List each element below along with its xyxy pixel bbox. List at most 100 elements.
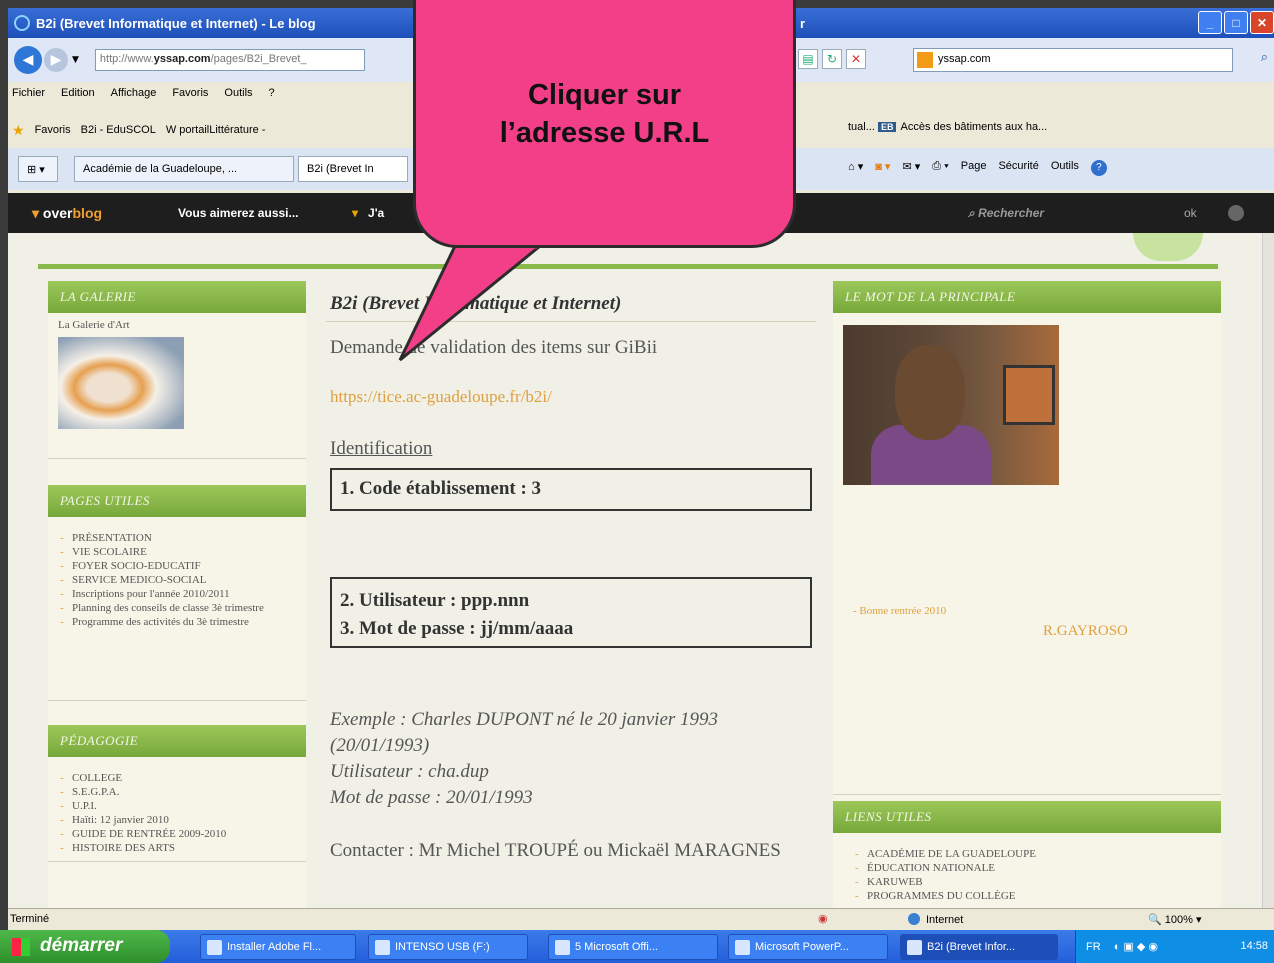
overblog-logo[interactable]: ▾ overblog	[32, 205, 102, 222]
compat-icon[interactable]: ▤	[798, 49, 818, 69]
help-icon[interactable]: ?	[1090, 160, 1107, 176]
address-input[interactable]: http://www.yssap.com/pages/B2i_Brevet_	[94, 49, 365, 71]
peda-header: Pédagogie	[48, 725, 306, 757]
history-dropdown-icon[interactable]: ▼	[72, 55, 79, 65]
minimize-button[interactable]: _	[1198, 11, 1222, 34]
peda-box: COLLEGE S.E.G.P.A. U.P.I. Haïti: 12 janv…	[48, 757, 306, 862]
post-credentials-box: 2. Utilisateur : ppp.nnn 3. Mot de passe…	[330, 577, 812, 648]
quick-tabs-button[interactable]: ⊞ ▾	[18, 156, 58, 182]
overblog-user-icon[interactable]	[1228, 205, 1244, 221]
tray-icons[interactable]: ◐ ▣ ◆ ◉	[1114, 941, 1158, 953]
search-provider-icon	[917, 52, 933, 68]
search-input[interactable]: yssap.com	[913, 48, 1233, 72]
pages-item-foyer[interactable]: FOYER SOCIO-EDUCATIF	[58, 559, 296, 573]
post-title[interactable]: B2i (Brevet Informatique et Internet)	[326, 281, 816, 322]
header-line	[38, 264, 1218, 269]
refresh-icon[interactable]: ↻	[822, 49, 842, 69]
post-example: Exemple : Charles DUPONT né le 20 janvie…	[330, 707, 800, 811]
post-identification-heading: Identification	[330, 438, 433, 459]
principal-photo	[843, 325, 1059, 485]
photo-face	[895, 345, 965, 440]
post-example-line3: Mot de passe : 20/01/1993	[330, 787, 533, 808]
security-menu[interactable]: Sécurité	[998, 160, 1038, 176]
maximize-button[interactable]: □	[1224, 11, 1248, 34]
peda-item-upi[interactable]: U.P.I.	[58, 799, 296, 813]
ie-icon	[14, 15, 30, 31]
tab-academie[interactable]: Académie de la Guadeloupe, ...	[74, 156, 294, 182]
search-icon[interactable]: ⌕	[1261, 50, 1268, 65]
pages-item-vie-scolaire[interactable]: VIE SCOLAIRE	[58, 545, 296, 559]
system-tray: FR ◐ ▣ ◆ ◉ 14:58	[1075, 930, 1274, 963]
peda-item-arts[interactable]: HISTOIRE DES ARTS	[58, 841, 296, 855]
galerie-thumbnail[interactable]	[58, 337, 184, 429]
start-button[interactable]: démarrer	[0, 930, 170, 963]
liens-item-karuweb[interactable]: KARUWEB	[853, 875, 1211, 889]
mot-header: Le mot de la principale	[833, 281, 1221, 313]
page-menu[interactable]: Page	[961, 160, 987, 176]
window-title-tail: r	[800, 15, 806, 31]
overblog-nav-jaime[interactable]: ▾ J'a	[352, 206, 384, 220]
status-bar: Terminé ◉ Internet 🔍 100% ▾	[8, 908, 1274, 930]
home-icon[interactable]: ⌂ ▾	[848, 160, 863, 176]
pages-item-planning[interactable]: Planning des conseils de classe 3è trime…	[58, 601, 296, 615]
popup-blocker-icon[interactable]: ◉	[818, 912, 828, 925]
task-adobe[interactable]: Installer Adobe Fl...	[200, 934, 356, 960]
favorites-button[interactable]: Favoris	[35, 124, 71, 136]
menu-favorites[interactable]: Favoris	[172, 87, 208, 99]
overblog-search-input[interactable]: ⌕ Rechercher	[968, 206, 1044, 221]
overblog-search-ok[interactable]: ok	[1184, 206, 1197, 220]
tab-b2i[interactable]: B2i (Brevet In	[298, 156, 408, 182]
language-indicator[interactable]: FR	[1086, 941, 1101, 953]
pages-item-programme[interactable]: Programme des activités du 3è trimestre	[58, 615, 296, 629]
overblog-nav-aimerez[interactable]: Vous aimerez aussi...	[178, 206, 299, 220]
menu-view[interactable]: Affichage	[111, 87, 157, 99]
liens-item-programmes[interactable]: PROGRAMMES DU COLLÈGE	[853, 889, 1211, 903]
post-contact: Contacter : Mr Michel TROUPÉ ou Mickaël …	[330, 840, 781, 861]
menu-edit[interactable]: Edition	[61, 87, 95, 99]
post-url-link[interactable]: https://tice.ac-guadeloupe.fr/b2i/	[330, 387, 552, 407]
fav-link-eduscol[interactable]: B2i - EduSCOL	[81, 124, 156, 136]
news-link[interactable]: - Bonne rentrée 2010	[853, 605, 946, 617]
photo-monitor	[1003, 365, 1055, 425]
task-usb[interactable]: INTENSO USB (F:)	[368, 934, 528, 960]
zoom-level[interactable]: 🔍 100% ▾	[1148, 913, 1201, 926]
post-intro: Demande de validation des items sur GiBi…	[330, 337, 658, 358]
menu-tools[interactable]: Outils	[224, 87, 252, 99]
pages-item-presentation[interactable]: PRÉSENTATION	[58, 531, 296, 545]
peda-item-haiti[interactable]: Haïti: 12 janvier 2010	[58, 813, 296, 827]
menu-help[interactable]: ?	[269, 87, 275, 99]
liens-item-education[interactable]: ÉDUCATION NATIONALE	[853, 861, 1211, 875]
callout-bubble: Cliquer sur l’adresse U.R.L	[413, 0, 796, 248]
pages-item-inscriptions[interactable]: Inscriptions pour l'année 2010/2011	[58, 587, 296, 601]
peda-item-college[interactable]: COLLEGE	[58, 771, 296, 785]
callout-line2: l’adresse U.R.L	[499, 117, 710, 149]
forward-button[interactable]: ▶	[44, 48, 68, 72]
task-powerpoint[interactable]: Microsoft PowerP...	[728, 934, 888, 960]
galerie-header: La Galerie	[48, 281, 306, 313]
liens-item-academie[interactable]: ACADÉMIE DE LA GUADELOUPE	[853, 847, 1211, 861]
fav-link-batiments[interactable]: tual... EB Accès des bâtiments aux ha...	[848, 121, 1047, 133]
page-content: La Galerie La Galerie d'Art Pages utiles…	[8, 233, 1262, 911]
fav-link-portail[interactable]: W portailLittérature -	[166, 124, 266, 136]
favorites-star-icon[interactable]: ★	[12, 122, 25, 139]
stop-icon[interactable]: ✕	[846, 49, 866, 69]
peda-item-segpa[interactable]: S.E.G.P.A.	[58, 785, 296, 799]
pages-item-medico[interactable]: SERVICE MEDICO-SOCIAL	[58, 573, 296, 587]
task-office[interactable]: 5 Microsoft Offi...	[548, 934, 718, 960]
mail-icon[interactable]: ✉ ▾	[902, 160, 920, 176]
address-tools: ▤ ↻ ✕	[798, 49, 866, 69]
callout-line1: Cliquer sur	[527, 79, 682, 111]
peda-item-guide[interactable]: GUIDE DE RENTRÉE 2009-2010	[58, 827, 296, 841]
task-browser[interactable]: B2i (Brevet Infor...	[900, 934, 1058, 960]
galerie-link[interactable]: La Galerie d'Art	[58, 319, 296, 331]
rss-icon[interactable]: ◙ ▾	[875, 160, 890, 176]
menu-file[interactable]: Fichier	[12, 87, 45, 99]
tools-menu[interactable]: Outils	[1051, 160, 1079, 176]
vertical-scrollbar[interactable]	[1262, 233, 1274, 908]
back-button[interactable]: ◀	[14, 46, 42, 74]
post-example-line1: Exemple : Charles DUPONT né le 20 janvie…	[330, 709, 719, 756]
clock: 14:58	[1240, 940, 1268, 952]
status-text: Terminé	[10, 913, 50, 925]
close-button[interactable]: ✕	[1250, 11, 1274, 34]
print-icon[interactable]: ⎙ ▾	[932, 160, 948, 176]
